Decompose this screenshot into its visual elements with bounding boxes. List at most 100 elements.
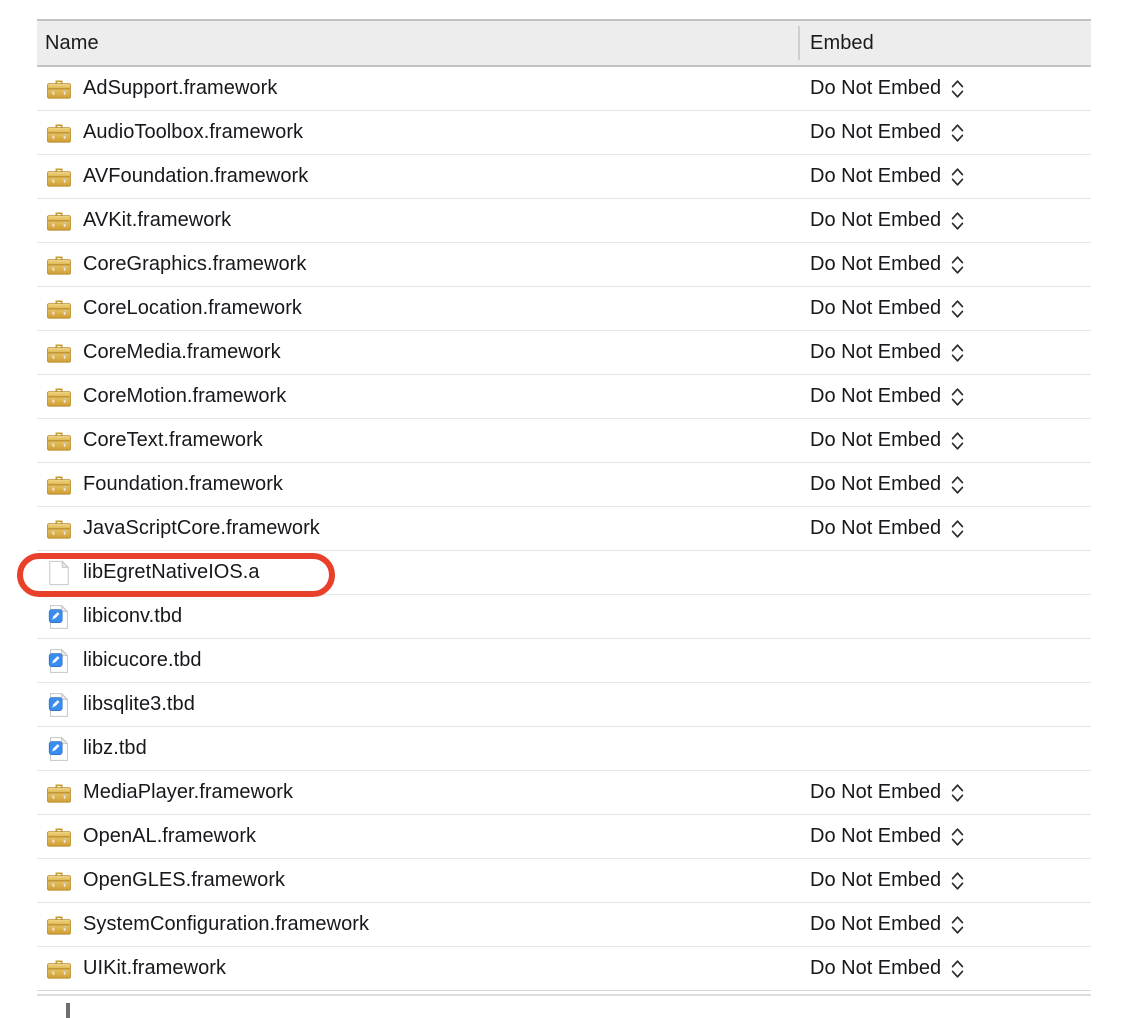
chevron-up-down-icon[interactable] (950, 956, 965, 982)
cell-embed[interactable]: Do Not Embed (798, 868, 1091, 894)
text-document-icon (45, 735, 73, 763)
cell-name[interactable]: libiconv.tbd (37, 603, 798, 631)
text-document-icon (45, 647, 73, 675)
column-divider[interactable] (798, 26, 800, 60)
cell-name[interactable]: OpenGLES.framework (37, 867, 798, 895)
cell-embed[interactable]: Do Not Embed (798, 252, 1091, 278)
chevron-up-down-icon[interactable] (950, 868, 965, 894)
cell-embed[interactable]: Do Not Embed (798, 956, 1091, 982)
table-row[interactable]: AudioToolbox.frameworkDo Not Embed (37, 111, 1091, 155)
chevron-up-down-icon[interactable] (950, 252, 965, 278)
embed-value-label: Do Not Embed (810, 825, 941, 848)
chevron-up-down-icon[interactable] (950, 208, 965, 234)
embed-value-label: Do Not Embed (810, 957, 941, 980)
table-row[interactable]: SystemConfiguration.frameworkDo Not Embe… (37, 903, 1091, 947)
table-row[interactable]: CoreLocation.framework Do Not Embed (37, 287, 1091, 331)
table-row[interactable]: AVKit.frameworkDo Not Embed (37, 199, 1091, 243)
table-row[interactable]: CoreGraphics.framework Do Not Embed (37, 243, 1091, 287)
cell-name[interactable]: AVFoundation.framework (37, 163, 798, 191)
cell-name[interactable]: CoreMotion.framework (37, 383, 798, 411)
cell-embed[interactable]: Do Not Embed (798, 472, 1091, 498)
row-name-label: libicucore.tbd (83, 649, 202, 672)
row-name-label: CoreText.framework (83, 429, 263, 452)
embed-value-label: Do Not Embed (810, 297, 941, 320)
embed-value-label: Do Not Embed (810, 517, 941, 540)
cell-name[interactable]: CoreMedia.framework (37, 339, 798, 367)
chevron-up-down-icon[interactable] (950, 472, 965, 498)
chevron-up-down-icon[interactable] (950, 824, 965, 850)
chevron-up-down-icon[interactable] (950, 428, 965, 454)
cell-name[interactable]: JavaScriptCore.framework (37, 515, 798, 543)
table-row[interactable]: AdSupport.framework Do Not Embed (37, 67, 1091, 111)
cell-name[interactable]: SystemConfiguration.framework (37, 911, 798, 939)
table-row[interactable]: AVFoundation.frameworkDo Not Embed (37, 155, 1091, 199)
cell-embed[interactable]: Do Not Embed (798, 208, 1091, 234)
table-row[interactable]: libz.tbd (37, 727, 1091, 771)
cell-embed[interactable]: Do Not Embed (798, 516, 1091, 542)
row-name-label: CoreMedia.framework (83, 341, 281, 364)
table-row[interactable]: CoreText.framework Do Not Embed (37, 419, 1091, 463)
toolbox-icon (45, 471, 73, 499)
toolbox-icon (45, 383, 73, 411)
cell-name[interactable]: Foundation.framework (37, 471, 798, 499)
table-row[interactable]: Foundation.framework Do Not Embed (37, 463, 1091, 507)
chevron-up-down-icon[interactable] (950, 912, 965, 938)
column-header-embed[interactable]: Embed (798, 32, 874, 55)
cell-embed[interactable]: Do Not Embed (798, 76, 1091, 102)
row-name-label: Foundation.framework (83, 473, 283, 496)
cell-embed[interactable]: Do Not Embed (798, 120, 1091, 146)
cell-name[interactable]: CoreText.framework (37, 427, 798, 455)
chevron-up-down-icon[interactable] (950, 120, 965, 146)
table-row[interactable]: libEgretNativeIOS.a (37, 551, 1091, 595)
cell-name[interactable]: UIKit.framework (37, 955, 798, 983)
cell-name[interactable]: CoreLocation.framework (37, 295, 798, 323)
cell-embed[interactable]: Do Not Embed (798, 340, 1091, 366)
table-row[interactable]: OpenAL.framework Do Not Embed (37, 815, 1091, 859)
chevron-up-down-icon[interactable] (950, 340, 965, 366)
column-header-name[interactable]: Name (37, 32, 798, 55)
cell-embed[interactable]: Do Not Embed (798, 428, 1091, 454)
table-row[interactable]: libicucore.tbd (37, 639, 1091, 683)
add-item-caret[interactable] (66, 1003, 70, 1018)
chevron-up-down-icon[interactable] (950, 76, 965, 102)
table-row[interactable]: UIKit.framework Do Not Embed (37, 947, 1091, 991)
toolbox-icon (45, 867, 73, 895)
table-row[interactable]: OpenGLES.frameworkDo Not Embed (37, 859, 1091, 903)
embed-value-label: Do Not Embed (810, 253, 941, 276)
table-row[interactable]: libiconv.tbd (37, 595, 1091, 639)
cell-name[interactable]: libicucore.tbd (37, 647, 798, 675)
cell-name[interactable]: CoreGraphics.framework (37, 251, 798, 279)
chevron-up-down-icon[interactable] (950, 164, 965, 190)
cell-name[interactable]: AVKit.framework (37, 207, 798, 235)
table-row[interactable]: CoreMotion.framework Do Not Embed (37, 375, 1091, 419)
cell-embed[interactable]: Do Not Embed (798, 164, 1091, 190)
row-name-label: CoreMotion.framework (83, 385, 286, 408)
cell-name[interactable]: libEgretNativeIOS.a (37, 559, 798, 587)
chevron-up-down-icon[interactable] (950, 780, 965, 806)
chevron-up-down-icon[interactable] (950, 516, 965, 542)
row-name-label: CoreGraphics.framework (83, 253, 306, 276)
toolbox-icon (45, 911, 73, 939)
cell-embed[interactable]: Do Not Embed (798, 384, 1091, 410)
toolbox-icon (45, 779, 73, 807)
row-name-label: AdSupport.framework (83, 77, 277, 100)
chevron-up-down-icon[interactable] (950, 296, 965, 322)
table-row[interactable]: libsqlite3.tbd (37, 683, 1091, 727)
cell-embed[interactable]: Do Not Embed (798, 912, 1091, 938)
text-document-icon (45, 691, 73, 719)
chevron-up-down-icon[interactable] (950, 384, 965, 410)
cell-embed[interactable]: Do Not Embed (798, 296, 1091, 322)
table-row[interactable]: JavaScriptCore.framework Do Not Embed (37, 507, 1091, 551)
cell-name[interactable]: OpenAL.framework (37, 823, 798, 851)
cell-name[interactable]: AudioToolbox.framework (37, 119, 798, 147)
cell-name[interactable]: MediaPlayer.framework (37, 779, 798, 807)
toolbox-icon (45, 955, 73, 983)
cell-name[interactable]: AdSupport.framework (37, 75, 798, 103)
cell-embed[interactable]: Do Not Embed (798, 824, 1091, 850)
table-header-row: Name Embed (37, 19, 1091, 67)
cell-embed[interactable]: Do Not Embed (798, 780, 1091, 806)
cell-name[interactable]: libsqlite3.tbd (37, 691, 798, 719)
table-row[interactable]: CoreMedia.framework Do Not Embed (37, 331, 1091, 375)
table-row[interactable]: MediaPlayer.frameworkDo Not Embed (37, 771, 1091, 815)
cell-name[interactable]: libz.tbd (37, 735, 798, 763)
